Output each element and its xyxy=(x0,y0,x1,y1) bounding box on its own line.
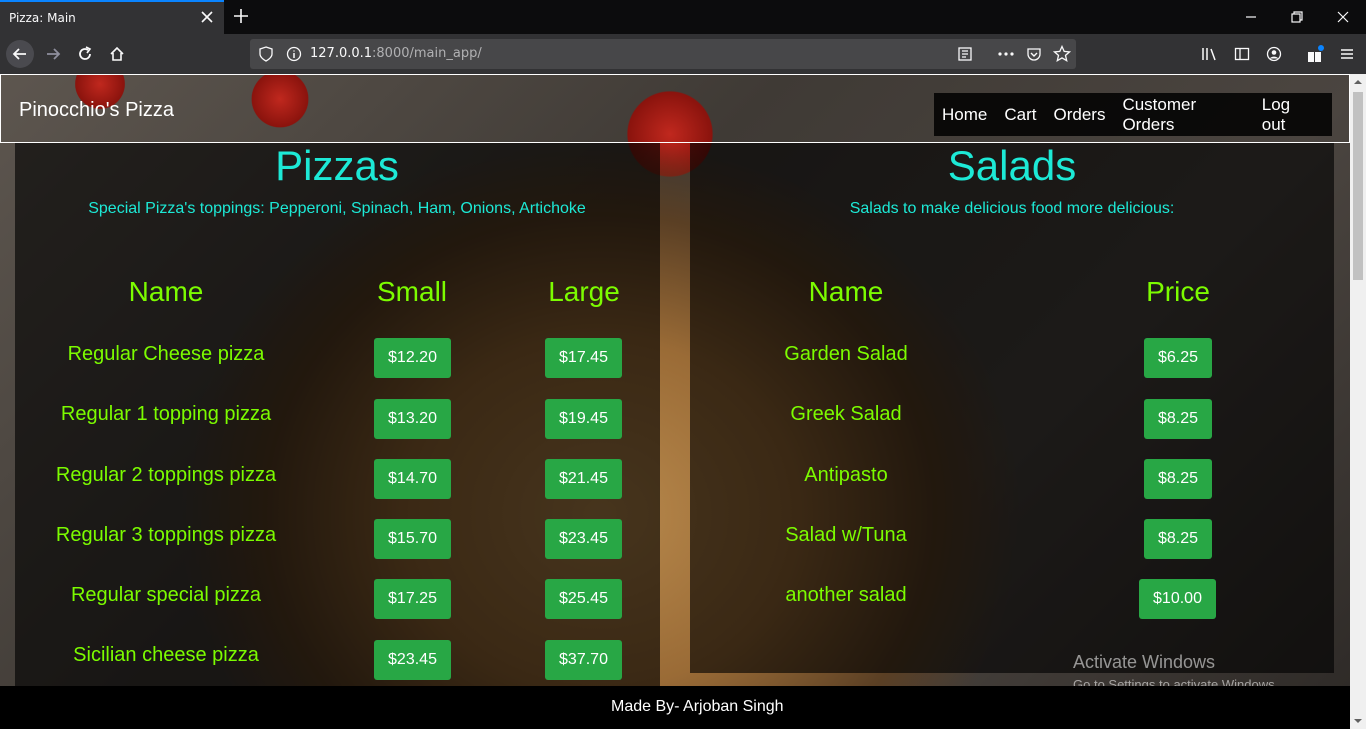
new-tab-icon[interactable] xyxy=(232,7,250,25)
pizzas-header-name: Name xyxy=(128,276,204,307)
forward-button[interactable] xyxy=(39,40,67,68)
pizzas-header-small: Small xyxy=(376,276,448,307)
pizzas-title: Pizzas xyxy=(275,142,399,189)
pizza-large-price-button[interactable]: $19.45 xyxy=(545,399,622,439)
reader-view-icon[interactable] xyxy=(957,46,973,62)
extensions-icon[interactable] xyxy=(1306,44,1326,64)
more-actions-icon[interactable] xyxy=(997,46,1015,62)
close-window-icon[interactable] xyxy=(1334,8,1352,26)
browser-tab[interactable]: Pizza: Main xyxy=(0,0,224,34)
back-button[interactable] xyxy=(6,40,34,68)
pizza-row-name: Regular 1 topping pizza xyxy=(60,403,272,425)
page-scrollbar[interactable] xyxy=(1350,74,1366,729)
pizza-small-price-button[interactable]: $17.25 xyxy=(374,579,451,619)
tab-title: Pizza: Main xyxy=(9,11,76,25)
close-tab-icon[interactable] xyxy=(200,10,214,24)
salad-price-button[interactable]: $8.25 xyxy=(1144,399,1212,439)
sidebar-icon[interactable] xyxy=(1234,46,1250,62)
info-icon[interactable] xyxy=(286,46,302,62)
salad-row-name: Garden Salad xyxy=(784,343,908,365)
url-text[interactable]: 127.0.0.1:8000/main_app/ xyxy=(310,46,482,61)
watermark-subtitle: Go to Settings to activate Windows. xyxy=(1073,677,1279,686)
salad-row-name: Salad w/Tuna xyxy=(785,524,907,546)
salad-row-name: another salad xyxy=(785,584,907,606)
footer-credit: Made By- Arjoban Singh xyxy=(611,698,784,715)
pizza-row-name: Regular 3 toppings pizza xyxy=(55,524,277,546)
minimize-icon[interactable] xyxy=(1242,8,1260,26)
hamburger-menu-icon[interactable] xyxy=(1339,46,1355,62)
reload-icon xyxy=(79,46,92,60)
back-arrow-icon xyxy=(12,48,26,60)
home-icon xyxy=(110,46,124,61)
pizza-row-name: Regular Cheese pizza xyxy=(67,343,265,365)
salads-header-price: Price xyxy=(1146,276,1210,307)
pizza-small-price-button[interactable]: $23.45 xyxy=(374,640,451,680)
pizza-large-price-button[interactable]: $25.45 xyxy=(545,579,622,619)
nav-home[interactable]: Home xyxy=(942,105,987,125)
pizza-row-name: Sicilian cheese pizza xyxy=(73,644,259,666)
home-button[interactable] xyxy=(103,40,131,68)
scroll-up-icon[interactable] xyxy=(1354,78,1362,86)
pizzas-subtitle: Special Pizza's toppings: Pepperoni, Spi… xyxy=(88,200,586,217)
salad-price-button[interactable]: $6.25 xyxy=(1144,338,1212,378)
site-header: Pinocchio's Pizza Home Cart Orders Custo… xyxy=(0,74,1350,143)
pocket-icon[interactable] xyxy=(1026,46,1042,62)
url-host: 127.0.0.1 xyxy=(310,46,373,61)
shield-icon[interactable] xyxy=(258,46,274,62)
nav-customer-orders[interactable]: Customer Orders xyxy=(1122,95,1244,135)
pizza-small-price-button[interactable]: $13.20 xyxy=(374,399,451,439)
browser-toolbar: 127.0.0.1:8000/main_app/ xyxy=(0,34,1366,74)
forward-arrow-icon xyxy=(47,48,61,60)
salads-title: Salads xyxy=(947,142,1077,189)
url-path: :8000/main_app/ xyxy=(372,46,482,61)
scroll-down-icon[interactable] xyxy=(1354,717,1362,725)
pizza-large-price-button[interactable]: $17.45 xyxy=(545,338,622,378)
main-nav: Home Cart Orders Customer Orders Log out xyxy=(934,93,1332,136)
windows-activation-watermark: Activate Windows Go to Settings to activ… xyxy=(1073,652,1278,686)
page-content: Pinocchio's Pizza Home Cart Orders Custo… xyxy=(0,74,1350,686)
address-bar[interactable]: 127.0.0.1:8000/main_app/ xyxy=(250,39,1076,69)
account-icon[interactable] xyxy=(1266,46,1282,62)
restore-icon[interactable] xyxy=(1288,8,1306,26)
salads-header-name: Name xyxy=(808,276,884,307)
pizza-row-name: Regular 2 toppings pizza xyxy=(55,464,277,486)
pizza-small-price-button[interactable]: $12.20 xyxy=(374,338,451,378)
salad-price-button[interactable]: $10.00 xyxy=(1139,579,1216,619)
salads-subtitle: Salads to make delicious food more delic… xyxy=(849,200,1175,217)
nav-orders[interactable]: Orders xyxy=(1053,105,1105,125)
site-footer: Made By- Arjoban Singh xyxy=(0,686,1350,729)
salad-price-button[interactable]: $8.25 xyxy=(1144,459,1212,499)
pizza-row-name: Regular special pizza xyxy=(70,584,262,606)
pizzas-header-large: Large xyxy=(548,276,620,307)
reload-button[interactable] xyxy=(71,40,99,68)
browser-tab-strip: Pizza: Main xyxy=(0,0,1366,34)
watermark-title: Activate Windows xyxy=(1073,652,1216,672)
nav-log-out[interactable]: Log out xyxy=(1262,95,1315,135)
bookmark-star-icon[interactable] xyxy=(1053,45,1071,63)
scrollbar-thumb[interactable] xyxy=(1353,92,1363,280)
salad-price-button[interactable]: $8.25 xyxy=(1144,519,1212,559)
salad-row-name: Antipasto xyxy=(804,464,888,486)
pizza-large-price-button[interactable]: $37.70 xyxy=(545,640,622,680)
pizza-large-price-button[interactable]: $23.45 xyxy=(545,519,622,559)
salad-row-name: Greek Salad xyxy=(790,403,902,425)
nav-cart[interactable]: Cart xyxy=(1004,105,1036,125)
library-icon[interactable] xyxy=(1201,46,1219,62)
site-brand[interactable]: Pinocchio's Pizza xyxy=(19,99,174,122)
pizza-small-price-button[interactable]: $15.70 xyxy=(374,519,451,559)
pizza-small-price-button[interactable]: $14.70 xyxy=(374,459,451,499)
pizza-large-price-button[interactable]: $21.45 xyxy=(545,459,622,499)
